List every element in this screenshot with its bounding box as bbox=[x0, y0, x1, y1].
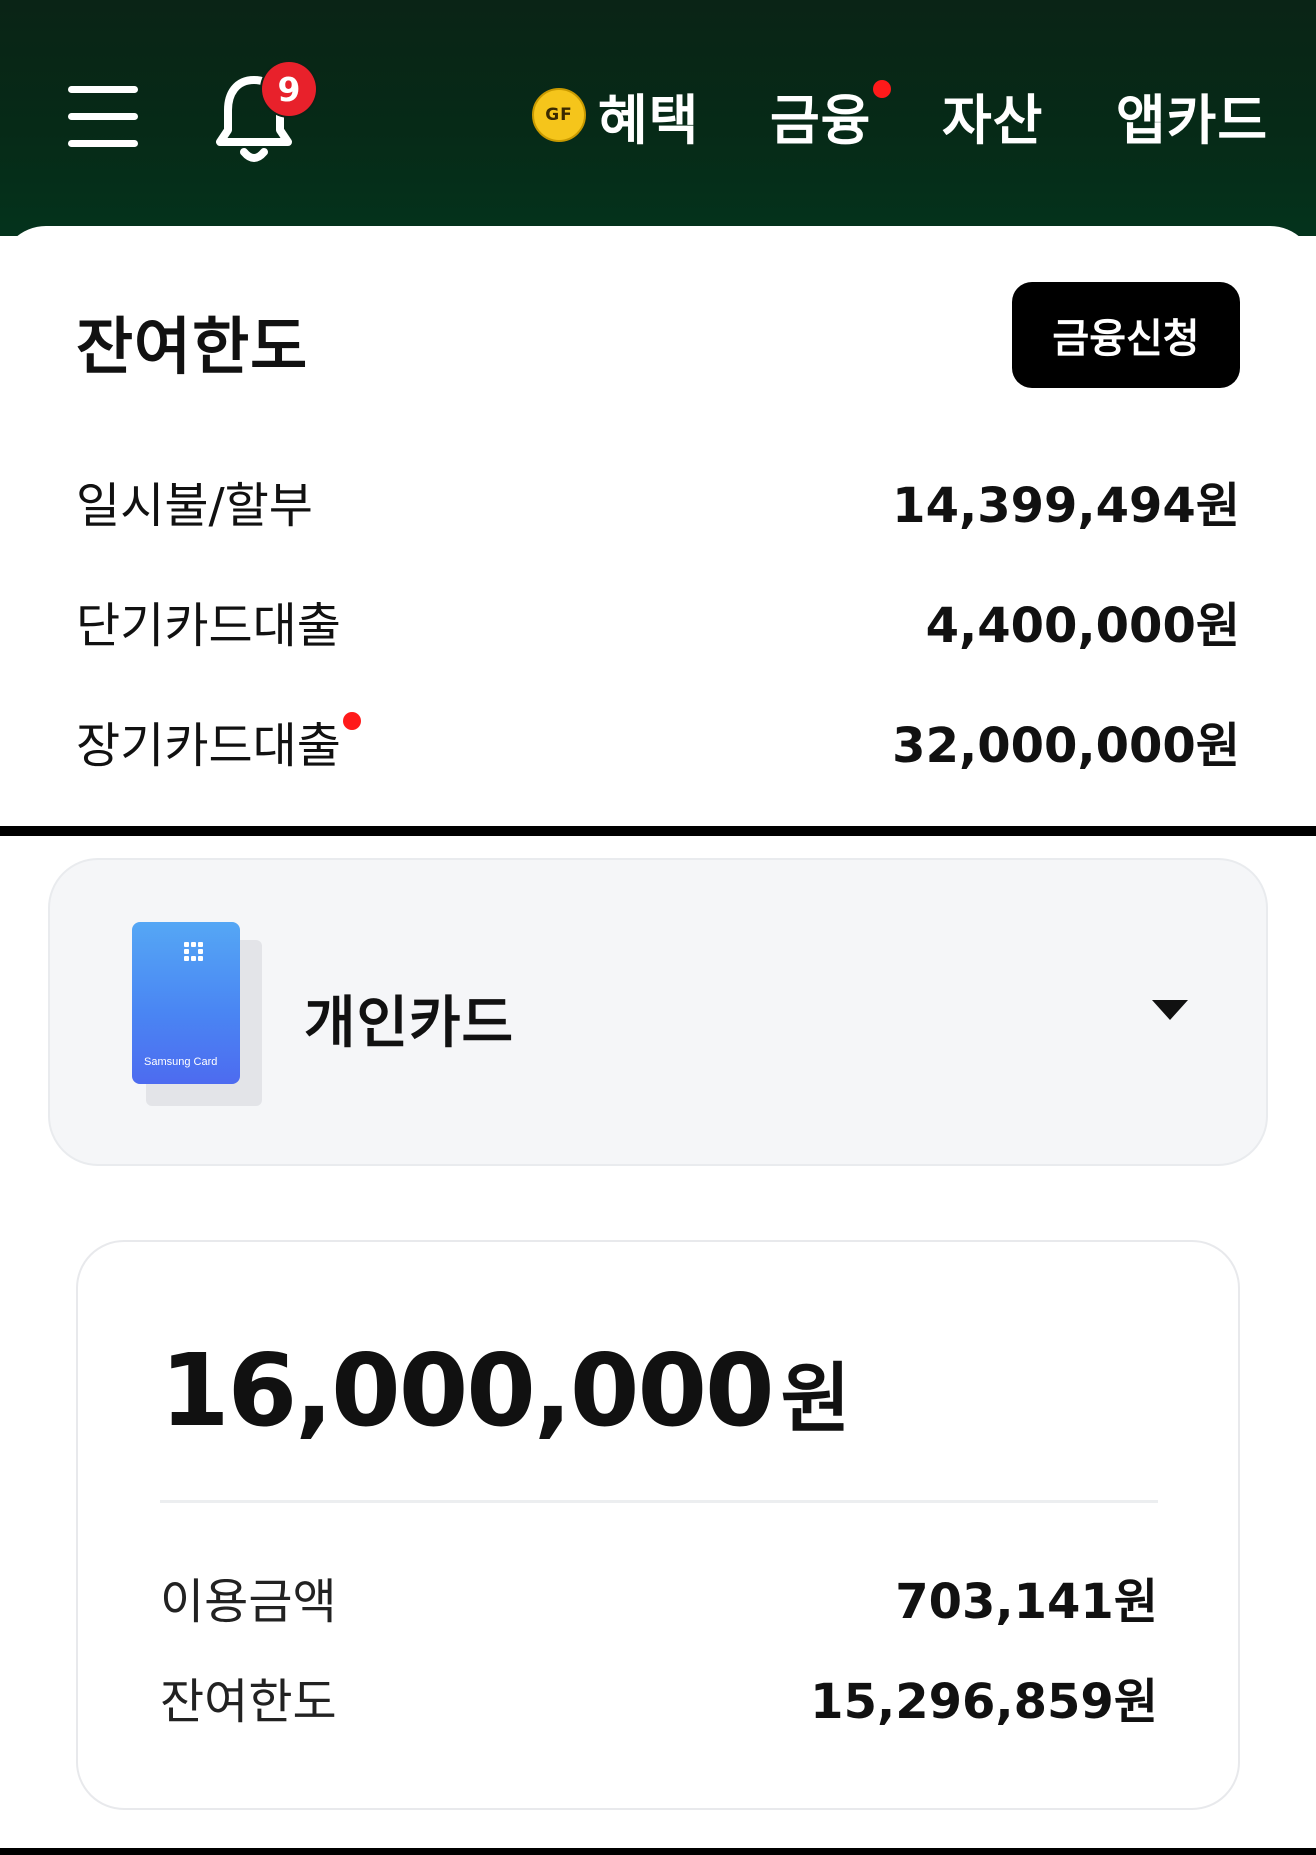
summary-row-value: 703,141원 bbox=[895, 1574, 1158, 1630]
hamburger-menu-icon[interactable] bbox=[68, 86, 138, 148]
gf-smiley-icon: GF bbox=[532, 88, 586, 142]
summary-divider bbox=[160, 1500, 1158, 1503]
summary-row-used: 이용금액 703,141원 bbox=[160, 1562, 1158, 1632]
bottom-divider bbox=[0, 1848, 1316, 1855]
summary-row-label: 이용금액 bbox=[160, 1574, 337, 1630]
limit-row-long-term-loan[interactable]: 장기카드대출 32,000,000원 bbox=[76, 706, 1240, 776]
summary-row-remaining: 잔여한도 15,296,859원 bbox=[160, 1662, 1158, 1732]
card-type-dropdown[interactable]: Samsung Card 개인카드 bbox=[48, 858, 1268, 1166]
limit-row-label: 단기카드대출 bbox=[76, 598, 341, 654]
summary-row-label: 잔여한도 bbox=[160, 1674, 337, 1730]
nav-tab-benefit[interactable]: GF 혜택 bbox=[532, 80, 699, 152]
card-thumbnail: Samsung Card bbox=[132, 922, 240, 1084]
total-limit: 16,000,000 원 bbox=[160, 1332, 851, 1449]
limit-row-short-term-loan[interactable]: 단기카드대출 4,400,000원 bbox=[76, 586, 1240, 656]
selected-card-type: 개인카드 bbox=[304, 991, 515, 1056]
limit-row-lumpsum[interactable]: 일시불/할부 14,399,494원 bbox=[76, 466, 1240, 536]
limit-row-value: 32,000,000원 bbox=[892, 718, 1240, 774]
limit-row-value: 14,399,494원 bbox=[892, 478, 1240, 534]
total-limit-amount: 16,000,000 bbox=[160, 1332, 775, 1449]
top-header: 9 GF 혜택 금융 자산 앱카드 bbox=[0, 0, 1316, 236]
nav-tab-asset[interactable]: 자산 bbox=[942, 80, 1043, 152]
limit-summary-card: 16,000,000 원 이용금액 703,141원 잔여한도 15,296,8… bbox=[76, 1240, 1240, 1810]
nav-tab-asset-label: 자산 bbox=[942, 88, 1044, 152]
limit-row-value: 4,400,000원 bbox=[925, 598, 1240, 654]
nav-tab-finance[interactable]: 금융 bbox=[770, 80, 892, 152]
card-brand-label: Samsung Card bbox=[144, 1056, 218, 1068]
finance-apply-button[interactable]: 금융신청 bbox=[1012, 282, 1240, 388]
total-limit-unit: 원 bbox=[780, 1354, 851, 1443]
nav-tab-benefit-label: 혜택 bbox=[598, 88, 700, 152]
notification-button[interactable]: 9 bbox=[210, 62, 316, 162]
limit-row-label: 장기카드대출 bbox=[76, 706, 361, 776]
nav-tab-appcard-label: 앱카드 bbox=[1116, 88, 1269, 152]
new-indicator-dot bbox=[342, 712, 361, 730]
nav-tab-finance-label: 금융 bbox=[770, 88, 872, 152]
card-chip-icon bbox=[184, 942, 203, 961]
panel-title: 잔여한도 bbox=[76, 310, 309, 383]
limit-row-label: 일시불/할부 bbox=[76, 478, 313, 534]
chevron-down-icon bbox=[1152, 1000, 1188, 1020]
new-indicator-dot bbox=[873, 80, 892, 98]
notification-badge: 9 bbox=[262, 62, 316, 116]
limit-row-label-text: 장기카드대출 bbox=[76, 718, 341, 774]
nav-tab-appcard[interactable]: 앱카드 bbox=[1116, 80, 1268, 152]
summary-row-value: 15,296,859원 bbox=[810, 1674, 1158, 1730]
remaining-limit-panel: 잔여한도 금융신청 일시불/할부 14,399,494원 단기카드대출 4,40… bbox=[0, 226, 1316, 826]
section-divider bbox=[0, 826, 1316, 836]
